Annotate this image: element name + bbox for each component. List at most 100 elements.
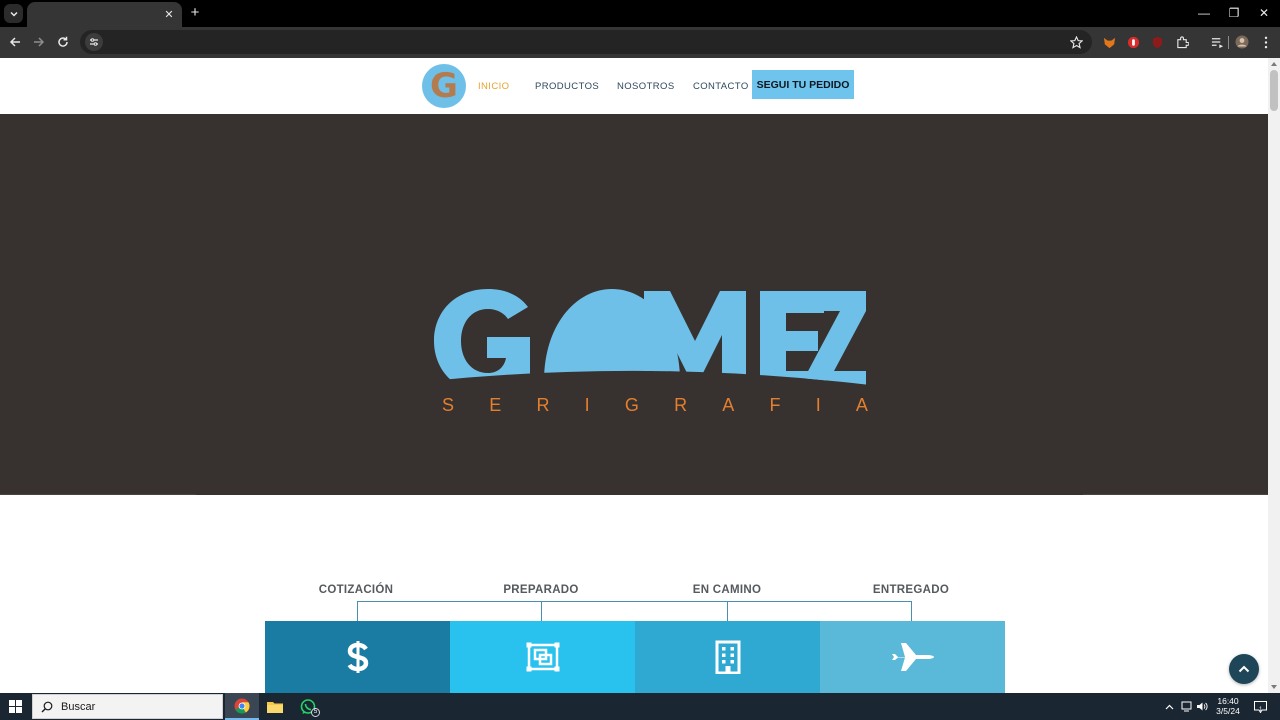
status-label-en-camino: EN CAMINO [692,584,762,596]
reload-icon [58,36,68,47]
site-info-button[interactable] [85,33,103,51]
search-icon [41,701,53,713]
dollar-icon [347,641,368,673]
bookmark-button[interactable] [1068,34,1084,50]
network-icon [1181,701,1191,712]
whatsapp-unread-badge: 5 [311,708,320,717]
profile-button[interactable] [1234,34,1250,50]
browser-tab-strip: ✕ + — ❐ ✕ [0,0,1280,27]
hero-bottom-divider [1083,494,1268,495]
track-order-button[interactable]: SEGUI TU PEDIDO [752,70,854,99]
status-tile-cotizacion [265,621,450,693]
nav-link-contacto[interactable]: CONTACTO [693,81,749,92]
taskbar-app-file-explorer[interactable] [258,693,292,720]
nav-link-nosotros[interactable]: NOSOTROS [617,81,675,92]
taskbar-app-chrome[interactable] [225,693,259,720]
triangle-down-icon [1271,685,1277,689]
red-circle-extension-icon [1127,36,1139,48]
page-viewport: G INICIO PRODUCTOS NOSOTROS CONTACTO SEG… [0,58,1268,693]
status-tile-en-camino [635,621,820,693]
status-connector-tick [541,601,542,621]
nav-link-productos[interactable]: PRODUCTOS [535,81,599,92]
extension-red-button[interactable] [1125,34,1141,50]
status-connector-tick [911,601,912,621]
status-tile-entregado [820,621,1005,693]
tagline-letter: S [442,395,455,415]
tagline-letter: I [584,395,590,415]
tune-icon [90,38,98,46]
hero-bottom-divider [0,494,196,495]
logo-letter: G [430,65,458,106]
tray-volume-button[interactable] [1195,700,1208,713]
scroll-up-arrow[interactable] [1270,60,1278,68]
site-logo[interactable]: G [422,64,466,108]
triangle-up-icon [1271,62,1277,66]
taskbar-clock[interactable]: 16:40 3/5/24 [1208,696,1248,716]
tagline-letter: A [855,395,868,415]
close-window-button[interactable]: ✕ [1256,5,1272,21]
folder-icon [267,701,283,713]
status-connector-tick [727,601,728,621]
jet-plane-icon [891,643,934,671]
fox-extension-icon [1103,37,1115,48]
windows-taskbar: Buscar 5 16:40 3/5/24 1 [0,693,1280,720]
clock-date: 3/5/24 [1216,706,1240,716]
status-tile-preparado [450,621,635,693]
browser-toolbar [0,27,1280,58]
extension-dark-red-button[interactable] [1149,34,1165,50]
nav-link-inicio[interactable]: INICIO [478,81,509,92]
extensions-menu-button[interactable] [1174,34,1190,50]
status-label-entregado: ENTREGADO [872,584,950,596]
toolbar-separator [1228,36,1229,49]
tagline-letter: R [674,395,688,415]
brand-tagline: S E R I G R A F I A [442,395,868,416]
notification-count: 1 [1259,707,1263,713]
taskbar-search-box[interactable]: Buscar [32,694,223,719]
frame-select-icon [526,642,559,672]
extension-fox-button[interactable] [1101,34,1117,50]
new-tab-button[interactable]: + [188,5,202,20]
status-label-cotizacion: COTIZACIÓN [318,584,394,596]
minimize-button[interactable]: — [1196,5,1212,21]
status-label-preparado: PREPARADO [503,584,579,596]
avatar-icon [1235,35,1249,49]
browser-tab[interactable]: ✕ [27,2,182,27]
browser-menu-button[interactable] [1258,34,1274,50]
building-icon [715,640,740,674]
action-center-button[interactable]: 1 [1253,700,1268,714]
tagline-letter: G [624,395,639,415]
taskbar-app-whatsapp[interactable]: 5 [291,693,325,720]
tray-overflow-button[interactable] [1163,700,1176,713]
reload-button[interactable] [55,34,71,50]
tagline-letter: I [815,395,821,415]
chevron-up-icon [1238,665,1250,673]
arrow-left-icon [9,37,20,47]
restore-button[interactable]: ❐ [1226,5,1242,21]
scroll-thumb[interactable] [1270,70,1278,111]
star-icon [1069,35,1083,49]
playlist-icon [1211,37,1223,48]
close-tab-icon[interactable]: ✕ [162,7,176,21]
media-controls-button[interactable] [1209,34,1225,50]
scroll-down-arrow[interactable] [1270,683,1278,691]
chrome-icon [234,698,250,714]
windows-start-icon[interactable] [9,700,22,713]
clock-time: 16:40 [1217,696,1239,706]
back-to-top-button[interactable] [1229,654,1259,684]
volume-icon [1196,702,1208,711]
puzzle-icon [1176,35,1189,48]
tagline-letter: A [722,395,735,415]
more-vertical-icon [1264,36,1268,48]
chevron-up-icon [1165,704,1174,709]
forward-button[interactable] [31,34,47,50]
tagline-letter: R [536,395,550,415]
page-scrollbar[interactable] [1268,58,1280,693]
shield-extension-icon [1152,36,1162,48]
arrow-right-icon [34,37,45,47]
site-header: G INICIO PRODUCTOS NOSOTROS CONTACTO SEG… [0,58,1268,114]
address-bar[interactable] [80,30,1092,54]
back-button[interactable] [7,34,23,50]
tab-search-button[interactable] [4,4,23,23]
chevron-down-icon [9,11,18,17]
tray-network-button[interactable] [1180,700,1193,713]
